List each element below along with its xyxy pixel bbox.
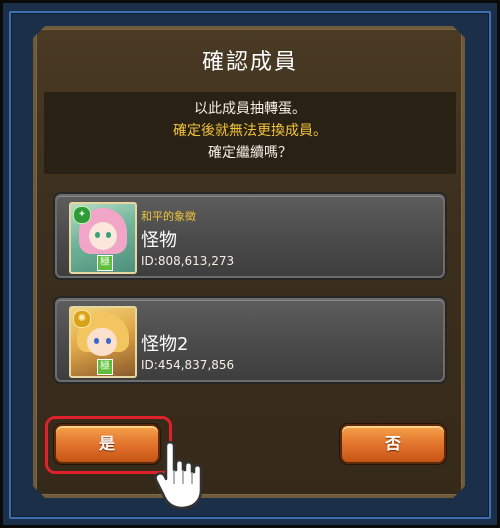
no-button[interactable]: 否 bbox=[340, 424, 446, 464]
message-line-1: 以此成員抽轉蛋。 bbox=[194, 101, 306, 117]
yes-button[interactable]: 是 bbox=[54, 424, 160, 464]
wood-element-icon: ✦ bbox=[73, 206, 91, 224]
rank-badge: 極 bbox=[97, 255, 113, 271]
member-name: 怪物2 bbox=[141, 334, 189, 355]
message-box: 以此成員抽轉蛋。 確定後就無法更換成員。 確定繼續嗎？ bbox=[44, 92, 456, 174]
message-line-2-warning: 確定後就無法更換成員。 bbox=[173, 123, 327, 139]
rank-badge: 極 bbox=[97, 359, 113, 375]
dialog-title: 確認成員 bbox=[201, 50, 298, 75]
member-card-2: ✺ 極 怪物2 ID:454,837,856 bbox=[55, 298, 445, 382]
message-line-3: 確定繼續嗎？ bbox=[208, 145, 292, 161]
member-id: ID:454,837,856 bbox=[141, 358, 235, 372]
member-avatar-2: ✺ 極 bbox=[69, 306, 137, 378]
tap-hand-icon bbox=[154, 441, 203, 510]
member-name: 怪物 bbox=[141, 230, 177, 251]
member-card-1: ✦ 極 和平的象徵 怪物 ID:808,613,273 bbox=[55, 194, 445, 278]
light-element-icon: ✺ bbox=[73, 310, 91, 328]
member-id: ID:808,613,273 bbox=[141, 254, 235, 268]
member-title-label: 和平的象徵 bbox=[141, 210, 196, 223]
member-avatar-1: ✦ 極 bbox=[69, 202, 137, 274]
